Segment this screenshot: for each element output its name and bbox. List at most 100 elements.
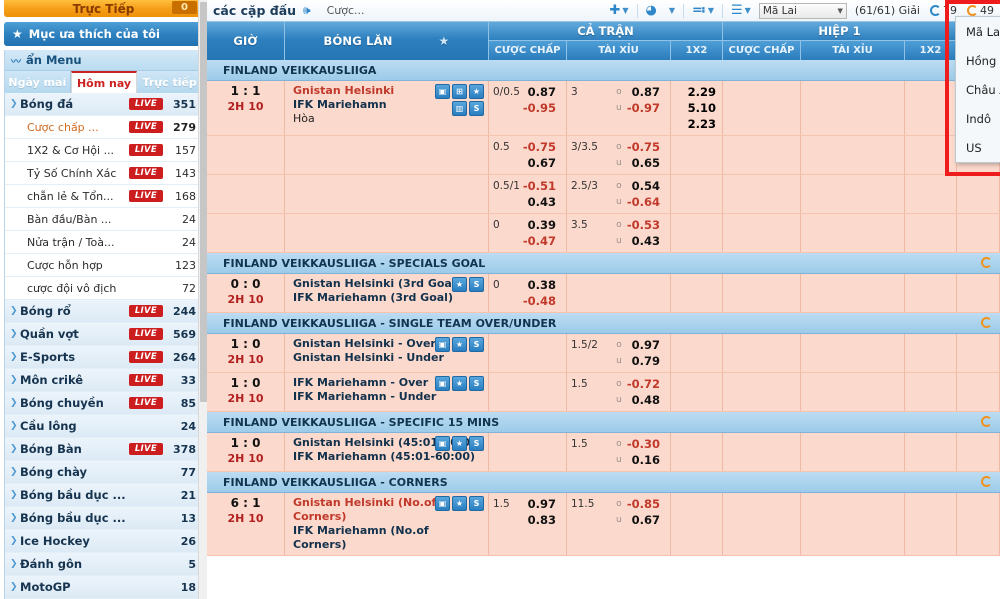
- favorites-bar[interactable]: ★ Mục ưa thích của tôi: [4, 22, 203, 46]
- stream-icon[interactable]: S: [469, 277, 484, 292]
- ou-odd[interactable]: -0.75: [627, 140, 666, 154]
- sidebar-item-16[interactable]: ❯ Bóng chày 77: [5, 461, 202, 484]
- match-row[interactable]: 6 : 1 2H 10 Gnistan Helsinki (No.of Corner…: [207, 493, 1000, 556]
- time-filter-button[interactable]: ◕: [642, 3, 661, 18]
- stream-icon[interactable]: S: [469, 436, 484, 451]
- star-icon[interactable]: ★: [452, 277, 467, 292]
- col-header-1x2[interactable]: 1X2: [671, 41, 723, 60]
- league-header-0[interactable]: FINLAND VEIKKAUSLIIGA: [207, 60, 1000, 81]
- hdp-odd[interactable]: 0.39: [528, 218, 562, 232]
- sidebar-item-5[interactable]: Bàn đầu/Bàn ... 24: [5, 208, 202, 231]
- hdp-odd[interactable]: -0.48: [523, 294, 562, 308]
- hdp-odd[interactable]: 0.97: [528, 497, 562, 511]
- pitch-icon[interactable]: ⊞: [452, 84, 467, 99]
- odds-option-4[interactable]: US: [956, 133, 1000, 162]
- sidebar-item-2[interactable]: 1X2 & Cơ Hội ... LIVE 157: [5, 139, 202, 162]
- ou-odd[interactable]: -0.30: [627, 437, 666, 451]
- ou-odd[interactable]: 0.97: [632, 338, 666, 352]
- ou-odd[interactable]: -0.97: [627, 101, 666, 115]
- sidebar-item-6[interactable]: Nửa trận / Toà... 24: [5, 231, 202, 254]
- hdp-odd[interactable]: -0.75: [523, 140, 562, 154]
- stream-icon[interactable]: S: [469, 101, 484, 116]
- sidebar-item-17[interactable]: ❯ Bóng bầu dục ... 21: [5, 484, 202, 507]
- ou-odd[interactable]: -0.53: [627, 218, 666, 232]
- hdp-odd[interactable]: -0.47: [523, 234, 562, 248]
- sidebar-item-7[interactable]: Cược hỗn hợp 123: [5, 254, 202, 277]
- sidebar-item-10[interactable]: ❯ Quần vợt LIVE 569: [5, 323, 202, 346]
- ou-odd[interactable]: 0.65: [632, 156, 666, 170]
- stream-icon[interactable]: S: [469, 337, 484, 352]
- hdp-odd[interactable]: -0.95: [523, 101, 562, 115]
- col-header-time[interactable]: GIỜ: [207, 22, 285, 60]
- odds-option-0[interactable]: Mã Lai: [956, 17, 1000, 46]
- match-row[interactable]: 1 : 0 2H 10 IFK Mariehamn - Over IFK Marieh…: [207, 373, 1000, 412]
- sidebar-item-0[interactable]: ❯ Bóng đá LIVE 351: [5, 93, 202, 116]
- ou-odd[interactable]: -0.64: [627, 195, 666, 209]
- list-view-button[interactable]: ☰ ▼: [727, 3, 755, 18]
- sidebar-item-20[interactable]: ❯ Đánh gôn 5: [5, 553, 202, 576]
- sidebar-scrollbar[interactable]: [198, 0, 207, 599]
- odds-format-select[interactable]: Mã Lai ▼: [758, 2, 847, 19]
- ou-odd[interactable]: 0.54: [632, 179, 666, 193]
- sidebar-item-11[interactable]: ❯ E-Sports LIVE 264: [5, 346, 202, 369]
- match-row[interactable]: 0 : 0 2H 10 Gnistan Helsinki (3rd Goal) IFK…: [207, 274, 1000, 313]
- team-name[interactable]: Gnistan Helsinki - Under: [293, 351, 484, 365]
- sidebar-item-18[interactable]: ❯ Bóng bầu dục ... 13: [5, 507, 202, 530]
- hdp-odd[interactable]: 0.87: [528, 85, 562, 99]
- odds-option-2[interactable]: Châu Âu: [956, 75, 1000, 104]
- ou-odd[interactable]: 0.67: [632, 513, 666, 527]
- day-tab-0[interactable]: Ngày mai: [5, 71, 71, 93]
- ou-odd[interactable]: -0.72: [627, 377, 666, 391]
- sidebar-item-8[interactable]: cược đội vô địch 72: [5, 277, 202, 300]
- ou-odd[interactable]: 0.48: [632, 393, 666, 407]
- refresh-icon[interactable]: [981, 476, 992, 487]
- sidebar-item-9[interactable]: ❯ Bóng rổ LIVE 244: [5, 300, 202, 323]
- x12-odd[interactable]: 5.10: [675, 100, 716, 116]
- day-tab-2[interactable]: Trực tiếp: [137, 71, 202, 93]
- ou-odd[interactable]: 0.87: [632, 85, 666, 99]
- sidebar-item-19[interactable]: ❯ Ice Hockey 26: [5, 530, 202, 553]
- star-icon[interactable]: ★: [452, 496, 467, 511]
- col-header-hdp-h1[interactable]: CƯỢC CHẤP: [723, 41, 801, 60]
- ou-odd[interactable]: 0.16: [632, 453, 666, 467]
- refresh-blue-counter[interactable]: 79: [930, 4, 957, 17]
- sidebar-item-1[interactable]: Cược chấp ... LIVE 279: [5, 116, 202, 139]
- team-name[interactable]: IFK Mariehamn (45:01-60:00): [293, 450, 484, 464]
- sort-button[interactable]: ≕ ▼: [688, 3, 718, 18]
- hdp-odd[interactable]: 0.67: [528, 156, 562, 170]
- col-header-1x2-h1[interactable]: 1X2: [905, 41, 957, 60]
- ou-odd[interactable]: -0.85: [627, 497, 666, 511]
- hdp-odd[interactable]: 0.38: [528, 278, 562, 292]
- hdp-odd[interactable]: -0.51: [523, 179, 562, 193]
- tv-icon[interactable]: ▣: [435, 496, 450, 511]
- live-header[interactable]: Trực Tiếp 0: [4, 0, 203, 17]
- tv-icon[interactable]: ▣: [435, 436, 450, 451]
- hdp-odd[interactable]: 0.83: [528, 513, 562, 527]
- refresh-icon[interactable]: [981, 416, 992, 427]
- speaker-icon[interactable]: 🕪: [303, 3, 311, 18]
- match-row[interactable]: 0.5 -0.75 0.67 3/3.5 o u -0.75 0.65: [207, 136, 1000, 175]
- sidebar-item-13[interactable]: ❯ Bóng chuyền LIVE 85: [5, 392, 202, 415]
- hdp-odd[interactable]: 0.43: [528, 195, 562, 209]
- match-row[interactable]: 1 : 0 2H 10 Gnistan Helsinki (45:01-60:00)…: [207, 433, 1000, 472]
- sidebar-item-4[interactable]: chẵn lẻ & Tổn... LIVE 168: [5, 185, 202, 208]
- tv-icon[interactable]: ▣: [435, 376, 450, 391]
- col-header-hdp[interactable]: CƯỢC CHẤP: [489, 41, 567, 60]
- star-icon[interactable]: ★: [469, 84, 484, 99]
- match-row[interactable]: 0 0.39 -0.47 3.5 o u -0.53 0.43: [207, 214, 1000, 253]
- sidebar-item-12[interactable]: ❯ Môn crikê LIVE 33: [5, 369, 202, 392]
- add-button[interactable]: ✚ ▼: [605, 3, 632, 18]
- col-header-match[interactable]: BÓNG LĂN ★: [285, 22, 489, 60]
- col-header-ou-h1[interactable]: TÀI XỈU: [801, 41, 905, 60]
- team-name[interactable]: IFK Mariehamn - Under: [293, 390, 484, 404]
- sidebar-item-3[interactable]: Tỷ Số Chính Xác LIVE 143: [5, 162, 202, 185]
- sidebar-scrollbar-thumb[interactable]: [200, 2, 207, 402]
- league-header-2[interactable]: FINLAND VEIKKAUSLIIGA - SINGLE TEAM OVER…: [207, 313, 1000, 334]
- team-name[interactable]: IFK Mariehamn (No.of Corners): [293, 524, 484, 552]
- odds-option-3[interactable]: Indô: [956, 104, 1000, 133]
- odds-option-1[interactable]: Hồng Kông: [956, 46, 1000, 75]
- match-row[interactable]: 1 : 0 2H 10 Gnistan Helsinki - Over Gnistan…: [207, 334, 1000, 373]
- league-header-3[interactable]: FINLAND VEIKKAUSLIIGA - SPECIFIC 15 MINS: [207, 412, 1000, 433]
- x12-odd[interactable]: 2.23: [675, 116, 716, 132]
- league-header-4[interactable]: FINLAND VEIKKAUSLIIGA - CORNERS: [207, 472, 1000, 493]
